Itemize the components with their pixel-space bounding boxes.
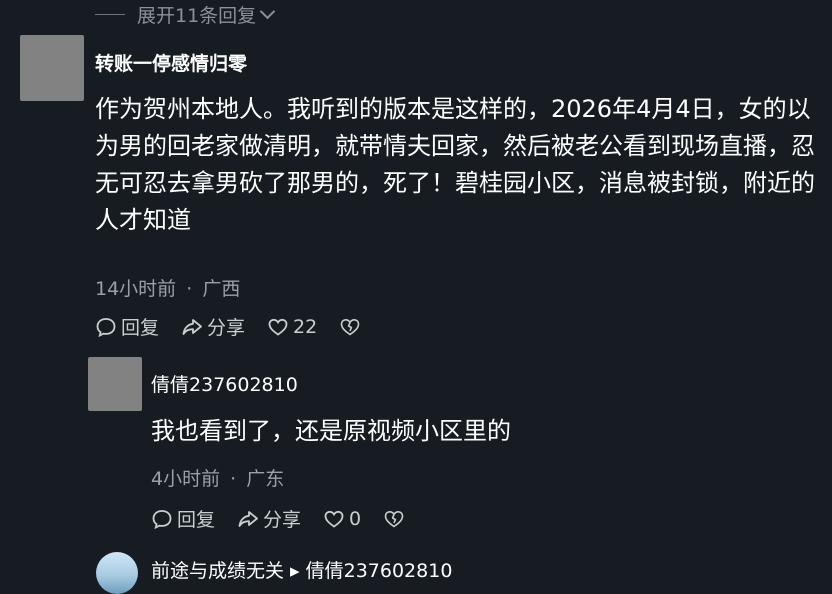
comment-username[interactable]: 转账一停感情归零 (95, 49, 247, 76)
comment-location: 广西 (202, 278, 241, 300)
dislike-button[interactable] (383, 508, 409, 530)
chevron-down-icon (259, 3, 276, 20)
comment-time: 4小时前 (151, 468, 221, 490)
heart-icon (324, 510, 344, 528)
comment-content: 作为贺州本地人。我听到的版本是这样的，2026年4月4日，女的以为男的回老家做清… (95, 95, 815, 234)
comment-icon (152, 509, 172, 529)
comment-username[interactable]: 倩倩237602810 (151, 370, 298, 397)
share-button[interactable]: 分享 (237, 505, 301, 532)
dislike-heart-icon (384, 510, 404, 527)
like-count: 22 (293, 315, 318, 338)
like-button[interactable]: 0 (323, 508, 361, 530)
dislike-heart-icon (340, 318, 360, 335)
comment-username[interactable]: 前途与成绩无关 ▸ 倩倩237602810 (151, 556, 452, 583)
like-count: 0 (349, 507, 362, 530)
comment-icon (96, 317, 116, 337)
share-label: 分享 (263, 509, 302, 531)
expand-replies-label: 展开11条回复 (137, 4, 257, 27)
comment-time: 14小时前 (95, 278, 177, 300)
comment-meta: 4小时前 · 广东 (151, 464, 284, 491)
comment-actions: 回复 分享 22 (95, 313, 387, 340)
like-button[interactable]: 22 (267, 316, 317, 338)
comment-meta: 14小时前 · 广西 (95, 274, 240, 301)
divider-line (95, 13, 125, 15)
avatar[interactable] (96, 552, 138, 594)
reply-button[interactable]: 回复 (95, 313, 159, 340)
dislike-button[interactable] (339, 316, 365, 338)
reply-label: 回复 (177, 509, 216, 531)
meta-separator: · (230, 468, 237, 490)
share-button[interactable]: 分享 (181, 313, 245, 340)
expand-replies-button[interactable]: 展开11条回复 (95, 0, 276, 28)
comment-actions: 回复 分享 0 (151, 505, 431, 532)
share-label: 分享 (207, 317, 246, 339)
share-icon (238, 510, 258, 527)
reply-label: 回复 (121, 317, 160, 339)
share-icon (182, 318, 202, 335)
reply-button[interactable]: 回复 (151, 505, 215, 532)
avatar[interactable] (20, 35, 84, 101)
comment-content: 我也看到了，还是原视频小区里的 (151, 417, 511, 445)
avatar[interactable] (88, 357, 142, 411)
meta-separator: · (186, 278, 193, 300)
comment-location: 广东 (246, 468, 285, 490)
heart-icon (268, 318, 288, 336)
